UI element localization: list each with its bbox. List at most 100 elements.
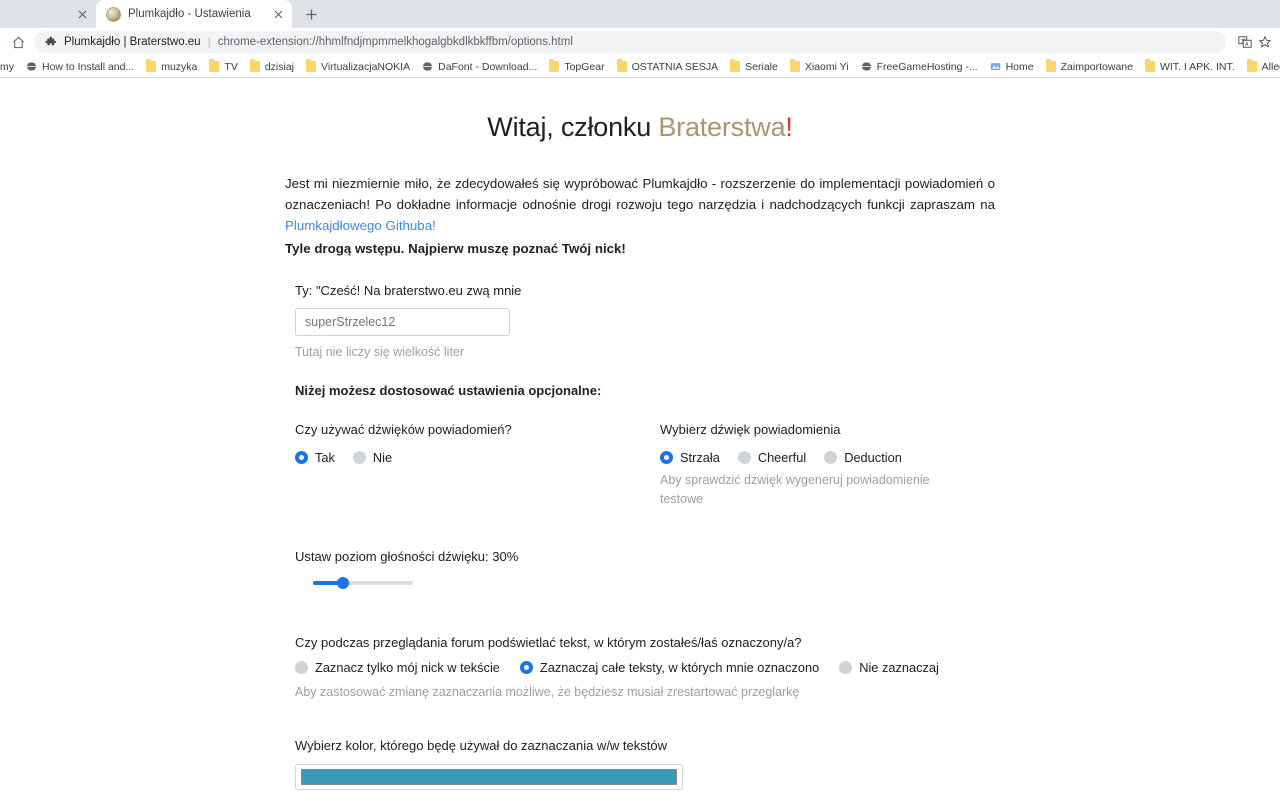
bookmark-item[interactable]: dzisiaj [244, 57, 300, 77]
bookmark-item[interactable]: Seriale [724, 57, 784, 77]
bookmark-label: Seriale [745, 60, 778, 73]
bookmark-item[interactable]: TopGear [543, 57, 610, 77]
radio-highlight-nick-only[interactable]: Zaznacz tylko mój nick w tekście [295, 660, 500, 675]
radio-label: Nie [372, 450, 393, 465]
bookmark-item[interactable]: muzyka [140, 57, 203, 77]
radio-label: Strzała [680, 450, 720, 465]
radio-use-sounds-yes[interactable]: Tak [295, 450, 335, 465]
page-title-suffix: ! [785, 112, 793, 142]
close-icon[interactable] [271, 7, 286, 22]
globe-icon [860, 61, 872, 72]
tab-favicon-icon [106, 6, 121, 22]
bookmark-item[interactable]: Allegro [1241, 57, 1280, 77]
color-picker-input[interactable] [295, 764, 683, 790]
color-block: Wybierz kolor, którego będę używał do za… [295, 738, 995, 800]
bookmark-item[interactable]: OSTATNIA SESJA [611, 57, 725, 77]
intro-paragraph: Jest mi niezmiernie miło, że zdecydowałe… [285, 173, 995, 259]
tab-strip: Plumkajdło - Ustawienia [0, 0, 1280, 28]
bookmark-label: FreeGameHosting -... [876, 60, 978, 73]
bookmark-item[interactable]: FreeGameHosting -... [855, 57, 984, 77]
radio-button-icon[interactable] [737, 451, 751, 464]
folder-icon [249, 59, 260, 72]
close-icon[interactable] [75, 7, 90, 22]
radio-button-icon[interactable] [295, 451, 308, 464]
volume-slider[interactable] [313, 576, 413, 589]
bookmark-item[interactable]: Xiaomi Yi [784, 57, 855, 77]
radio-label: Deduction [844, 450, 902, 465]
radio-sound-cheerful[interactable]: Cheerful [737, 450, 806, 465]
omnibox-actions: 文 A [1236, 33, 1274, 51]
globe-icon [422, 61, 434, 72]
browser-chrome: Plumkajdło - Ustawienia Plumkajdło | Bra… [0, 0, 1280, 78]
bookmark-label: OSTATNIA SESJA [631, 60, 719, 73]
folder-icon [1045, 59, 1056, 72]
intro-bold-line: Tyle drogą wstępu. Najpierw muszę poznać… [285, 241, 626, 256]
translate-icon[interactable]: 文 A [1236, 33, 1254, 51]
bookmark-label: DaFont - Download... [438, 60, 538, 73]
radio-button-icon[interactable] [839, 661, 853, 674]
radio-button-icon[interactable] [824, 451, 838, 464]
bookmark-item[interactable]: Home [984, 57, 1040, 77]
home-icon[interactable] [6, 30, 30, 54]
radio-button-icon[interactable] [295, 661, 308, 674]
tab-title: Plumkajdło - Ustawienia [128, 8, 251, 20]
slider-thumb[interactable] [337, 576, 349, 589]
bookmark-label: Xiaomi Yi [804, 60, 849, 73]
radio-highlight-none[interactable]: Nie zaznaczaj [839, 660, 939, 675]
bookmark-item[interactable]: my [0, 57, 20, 77]
bookmark-item[interactable]: TV [203, 57, 243, 77]
nick-input[interactable] [295, 308, 510, 336]
radio-button-icon[interactable] [352, 451, 366, 464]
address-bar[interactable]: Plumkajdło | Braterstwo.eu | chrome-exte… [34, 31, 1226, 53]
star-icon[interactable] [1256, 33, 1274, 51]
radio-button-icon[interactable] [519, 661, 533, 674]
folder-icon [146, 59, 157, 72]
color-swatch[interactable] [301, 769, 677, 785]
settings-form: Ty: "Cześć! Na braterstwo.eu zwą mnie Tu… [285, 283, 995, 800]
optional-settings-heading: Niżej możesz dostosować ustawienia opcjo… [295, 383, 602, 398]
use-sounds-label: Czy używać dźwięków powiadomień? [295, 422, 512, 437]
sound-choice-label: Wybierz dźwięk powiadomienia [660, 422, 841, 437]
volume-label: Ustaw poziom głośności dźwięku: 30% [295, 549, 519, 564]
bookmark-item[interactable]: DaFont - Download... [416, 57, 543, 77]
browser-tab-active[interactable]: Plumkajdło - Ustawienia [96, 0, 292, 28]
bookmark-item[interactable]: How to Install and... [20, 57, 140, 77]
folder-icon [1246, 59, 1257, 72]
highlight-label: Czy podczas przeglądania forum podświetl… [295, 635, 802, 650]
radio-label: Zaznaczaj całe teksty, w których mnie oz… [539, 660, 820, 675]
browser-tab-partial[interactable] [0, 0, 96, 28]
bookmark-item[interactable]: Zaimportowane [1040, 57, 1139, 77]
sound-settings-row: Czy używać dźwięków powiadomień? Tak Nie… [295, 422, 995, 509]
omnibox-url: chrome-extension://hhmlfndjmpmmelkhogalg… [217, 36, 573, 48]
color-label: Wybierz kolor, którego będę używał do za… [295, 738, 668, 753]
site-favicon-icon [990, 61, 1001, 72]
radio-highlight-full-text[interactable]: Zaznaczaj całe teksty, w których mnie oz… [519, 660, 820, 675]
bookmarks-bar: my How to Install and... muzyka TV dzisi… [0, 56, 1280, 78]
bookmark-label: Home [1005, 60, 1034, 73]
radio-sound-strzala[interactable]: Strzała [660, 450, 720, 465]
bookmark-label: VirtualizacjaNOKIA [321, 60, 411, 73]
options-page: Witaj, członku Braterstwa! Jest mi niezm… [0, 78, 1280, 800]
radio-sound-deduction[interactable]: Deduction [824, 450, 902, 465]
nick-block: Ty: "Cześć! Na braterstwo.eu zwą mnie Tu… [295, 283, 995, 362]
radio-label: Nie zaznaczaj [859, 660, 939, 675]
radio-use-sounds-no[interactable]: Nie [352, 450, 393, 465]
bookmark-item[interactable]: WIT. I APK. INT. [1139, 57, 1241, 77]
github-link[interactable]: Plumkajdłowego Githuba! [285, 218, 436, 233]
folder-icon [730, 59, 741, 72]
intro-text: Jest mi niezmiernie miło, że zdecydowałe… [285, 176, 995, 212]
bookmark-item[interactable]: VirtualizacjaNOKIA [300, 57, 416, 77]
bookmark-label: TopGear [564, 60, 605, 73]
bookmark-label: WIT. I APK. INT. [1159, 60, 1235, 73]
sound-choice-hint: Aby sprawdzić dźwięk wygeneruj powiadomi… [660, 473, 930, 506]
volume-slider-wrap [295, 576, 995, 589]
svg-text:A: A [1245, 42, 1249, 48]
radio-label: Zaznacz tylko mój nick w tekście [315, 660, 500, 675]
page-title-brand: Braterstwa [658, 112, 786, 142]
folder-icon [789, 59, 800, 72]
puzzle-piece-icon [44, 36, 57, 49]
radio-button-icon[interactable] [660, 451, 673, 464]
folder-icon [1144, 59, 1155, 72]
folder-icon [616, 59, 627, 72]
new-tab-button[interactable] [298, 1, 324, 27]
